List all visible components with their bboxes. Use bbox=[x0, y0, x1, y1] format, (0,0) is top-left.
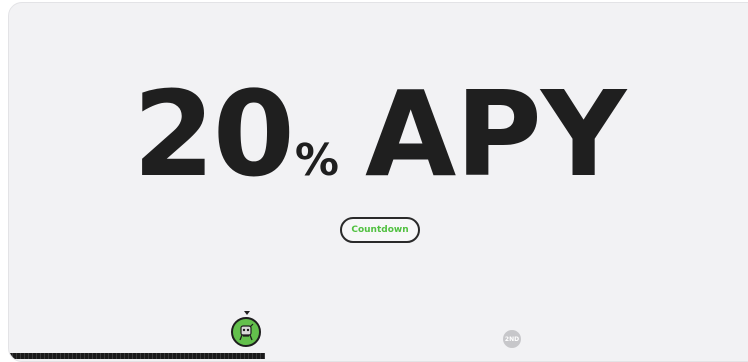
countdown-button-label: Countdown bbox=[351, 225, 409, 235]
apy-headline: 20% APY bbox=[9, 75, 748, 193]
promo-card: 20% APY Countdown 2ND bbox=[8, 2, 748, 362]
current-position-marker-icon bbox=[244, 311, 250, 315]
next-milestone-label: 2ND bbox=[504, 335, 520, 343]
apy-label: APY bbox=[365, 65, 626, 203]
apy-rate-value: 20 bbox=[132, 65, 295, 203]
mascot-avatar-icon[interactable] bbox=[231, 317, 261, 347]
progress-track bbox=[9, 353, 748, 361]
countdown-button[interactable]: Countdown bbox=[340, 217, 420, 243]
mascot-figure-icon bbox=[234, 320, 258, 344]
progress-fill bbox=[9, 353, 266, 359]
next-milestone-dot[interactable]: 2ND bbox=[503, 330, 521, 348]
percent-sign: % bbox=[294, 135, 340, 186]
